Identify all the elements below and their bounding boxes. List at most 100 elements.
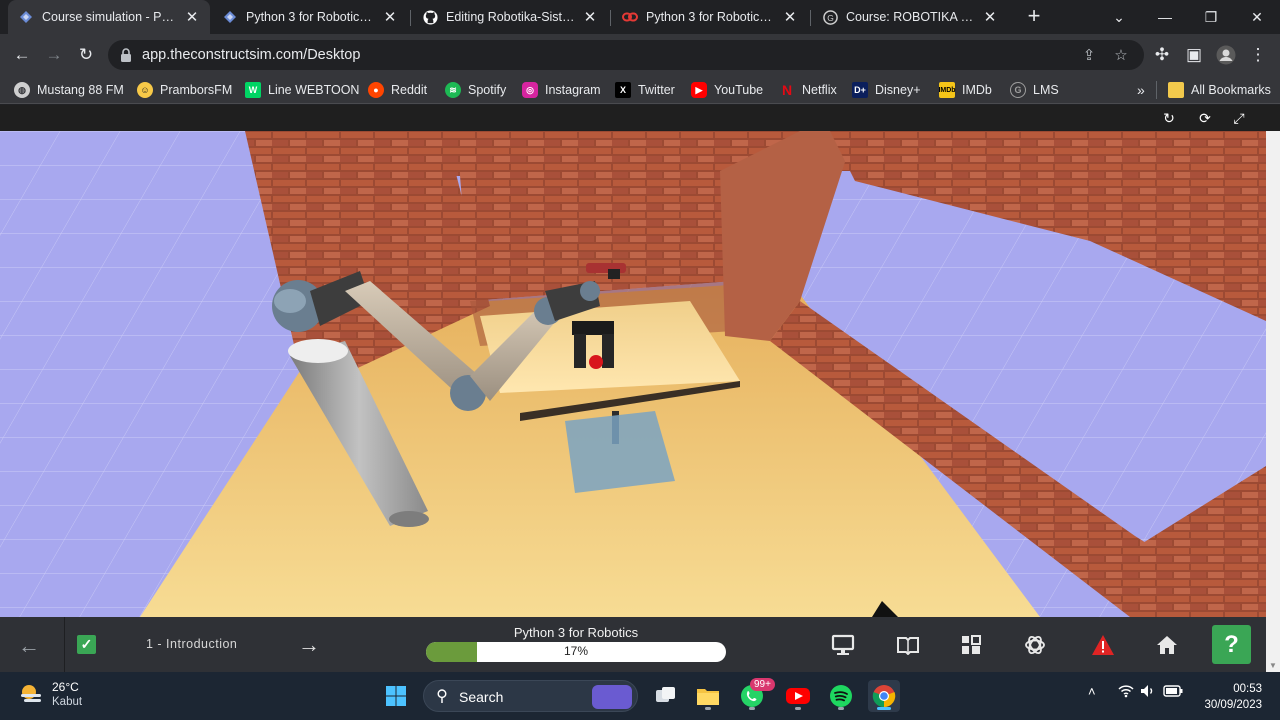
previous-lesson-button[interactable]: ← (18, 633, 40, 659)
system-clock[interactable]: 00:53 30/09/2023 (1188, 681, 1262, 713)
bookmarks-overflow-button[interactable]: » (1137, 80, 1145, 100)
browser-toolbar: ← → ↻ app.theconstructsim.com/Desktop ⇪ … (0, 34, 1280, 76)
extensions-icon[interactable]: ✣ (1148, 41, 1176, 69)
imdb-icon: IMDb (938, 82, 956, 98)
chrome-app-icon[interactable] (868, 680, 900, 712)
lesson-complete-checkbox[interactable]: ✓ (77, 635, 96, 654)
bookmark-mustang[interactable]: ◍ Mustang 88 FM (14, 80, 124, 100)
bookmark-twitter[interactable]: X Twitter (615, 80, 675, 100)
close-icon[interactable]: ✕ (582, 8, 598, 26)
course-progress-bar: 17% (426, 642, 726, 662)
bookmark-label: LMS (1033, 83, 1059, 97)
address-bar[interactable]: app.theconstructsim.com/Desktop ⇪ ☆ (108, 40, 1144, 70)
svg-text:G: G (827, 12, 834, 22)
reddit-icon: ● (368, 82, 384, 98)
tab-github-editing[interactable]: Editing Robotika-Sistem- ✕ (412, 0, 608, 34)
new-tab-button[interactable]: + (1022, 5, 1046, 29)
warning-icon[interactable] (1089, 631, 1117, 659)
ai-assistant-icon[interactable] (1021, 631, 1049, 659)
clock-date: 30/09/2023 (1204, 699, 1262, 711)
page-scrollbar[interactable]: ▼ (1266, 131, 1280, 672)
simulation-viewport[interactable] (0, 131, 1266, 617)
weather-condition: Kabut (52, 696, 83, 708)
file-explorer-icon[interactable] (692, 680, 724, 712)
search-icon: ⚲ (436, 688, 448, 705)
disney-icon: D+ (852, 82, 868, 98)
bookmark-reddit[interactable]: ● Reddit (368, 80, 427, 100)
help-button[interactable]: ? (1212, 625, 1251, 664)
close-icon[interactable]: ✕ (982, 8, 998, 26)
close-icon[interactable]: ✕ (184, 8, 200, 26)
layout-grid-icon[interactable] (957, 631, 985, 659)
spotify-icon: ≋ (445, 82, 461, 98)
spotify-app-icon[interactable] (825, 680, 857, 712)
tab-search-button[interactable]: ⌄ (1096, 0, 1142, 34)
desktop-monitor-icon[interactable] (829, 631, 857, 659)
running-indicator (705, 707, 711, 710)
share-icon[interactable]: ⇪ (1078, 44, 1100, 66)
x-twitter-icon: X (615, 82, 631, 98)
bookmark-webtoon[interactable]: W Line WEBTOON (245, 80, 359, 100)
side-panel-icon[interactable]: ▣ (1180, 41, 1208, 69)
tab-title: Python 3 for Robotics | R (246, 10, 376, 24)
running-indicator (795, 707, 801, 710)
bookmark-netflix[interactable]: N Netflix (779, 80, 837, 100)
refresh-icon[interactable]: ⟳ (1194, 108, 1216, 128)
taskbar-search[interactable]: ⚲ Search (423, 680, 638, 712)
close-window-button[interactable]: ✕ (1234, 0, 1280, 34)
next-lesson-button[interactable]: → (298, 632, 320, 658)
bookmark-star-icon[interactable]: ☆ (1110, 44, 1132, 66)
minimize-button[interactable]: — (1142, 0, 1188, 34)
bookmark-imdb[interactable]: IMDb IMDb (938, 80, 992, 100)
bookmarks-bar: ◍ Mustang 88 FM ☺ PramborsFM W Line WEBTOON… (0, 76, 1280, 104)
bookmark-divider (1156, 81, 1157, 99)
bookmark-spotify[interactable]: ≋ Spotify (445, 80, 506, 100)
youtube-app-icon[interactable] (782, 680, 814, 712)
reload-button[interactable]: ↻ (72, 41, 100, 69)
url-text: app.theconstructsim.com/Desktop (142, 47, 361, 63)
reset-view-icon[interactable]: ↻ (1158, 108, 1180, 128)
notebook-icon[interactable] (894, 631, 922, 659)
bookmark-instagram[interactable]: ◎ Instagram (522, 80, 601, 100)
fullscreen-icon[interactable]: ⤢ (1228, 108, 1250, 128)
weather-widget[interactable]: 26°C Kabut (18, 680, 82, 708)
tab-python-robotics-2[interactable]: Python 3 for Robotics Th ✕ (612, 0, 808, 34)
tab-course-simulation[interactable]: Course simulation - Pytho ✕ (8, 0, 210, 34)
notification-badge: 99+ (750, 678, 775, 691)
home-icon[interactable] (1153, 631, 1181, 659)
bookmark-label: Instagram (545, 83, 601, 97)
course-navigation-bar: ← ✓ 1 - Introduction → Python 3 for Robo… (0, 617, 1266, 672)
bookmark-label: Twitter (638, 83, 675, 97)
volume-icon[interactable] (1140, 684, 1156, 701)
close-icon[interactable]: ✕ (782, 8, 798, 26)
robot-gripper (572, 321, 614, 335)
tab-title: Python 3 for Robotics Th (646, 10, 776, 24)
tab-course-robotika[interactable]: G Course: ROBOTIKA DAN ✕ (812, 0, 1008, 34)
bookmark-lms[interactable]: G LMS (1010, 80, 1059, 100)
table-base (565, 411, 675, 493)
youtube-icon: ▶ (691, 82, 707, 98)
search-highlight-icon (592, 685, 632, 709)
bookmark-label: All Bookmarks (1191, 83, 1271, 97)
bookmark-prambors[interactable]: ☺ PramborsFM (137, 80, 232, 100)
bookmark-label: YouTube (714, 83, 764, 97)
restore-button[interactable]: ❐ (1188, 0, 1234, 34)
bookmark-label: Spotify (468, 83, 507, 97)
windows-start-button[interactable] (380, 680, 412, 712)
tray-overflow-icon[interactable]: ˄ (1088, 684, 1096, 699)
battery-icon[interactable] (1163, 684, 1183, 701)
running-indicator (838, 707, 844, 710)
forward-button[interactable]: → (40, 41, 68, 69)
pedestal-top (288, 339, 348, 363)
profile-avatar[interactable] (1212, 41, 1240, 69)
back-button[interactable]: ← (8, 41, 36, 69)
task-view-icon[interactable] (650, 680, 682, 712)
close-icon[interactable]: ✕ (382, 8, 398, 26)
tab-python-robotics[interactable]: Python 3 for Robotics | R ✕ (212, 0, 408, 34)
all-bookmarks-button[interactable]: All Bookmarks (1168, 80, 1271, 100)
tab-separator (610, 10, 611, 26)
bookmark-youtube[interactable]: ▶ YouTube (691, 80, 763, 100)
menu-icon[interactable]: ⋮ (1244, 41, 1272, 69)
wifi-icon[interactable] (1118, 684, 1134, 701)
bookmark-disney[interactable]: D+ Disney+ (852, 80, 921, 100)
